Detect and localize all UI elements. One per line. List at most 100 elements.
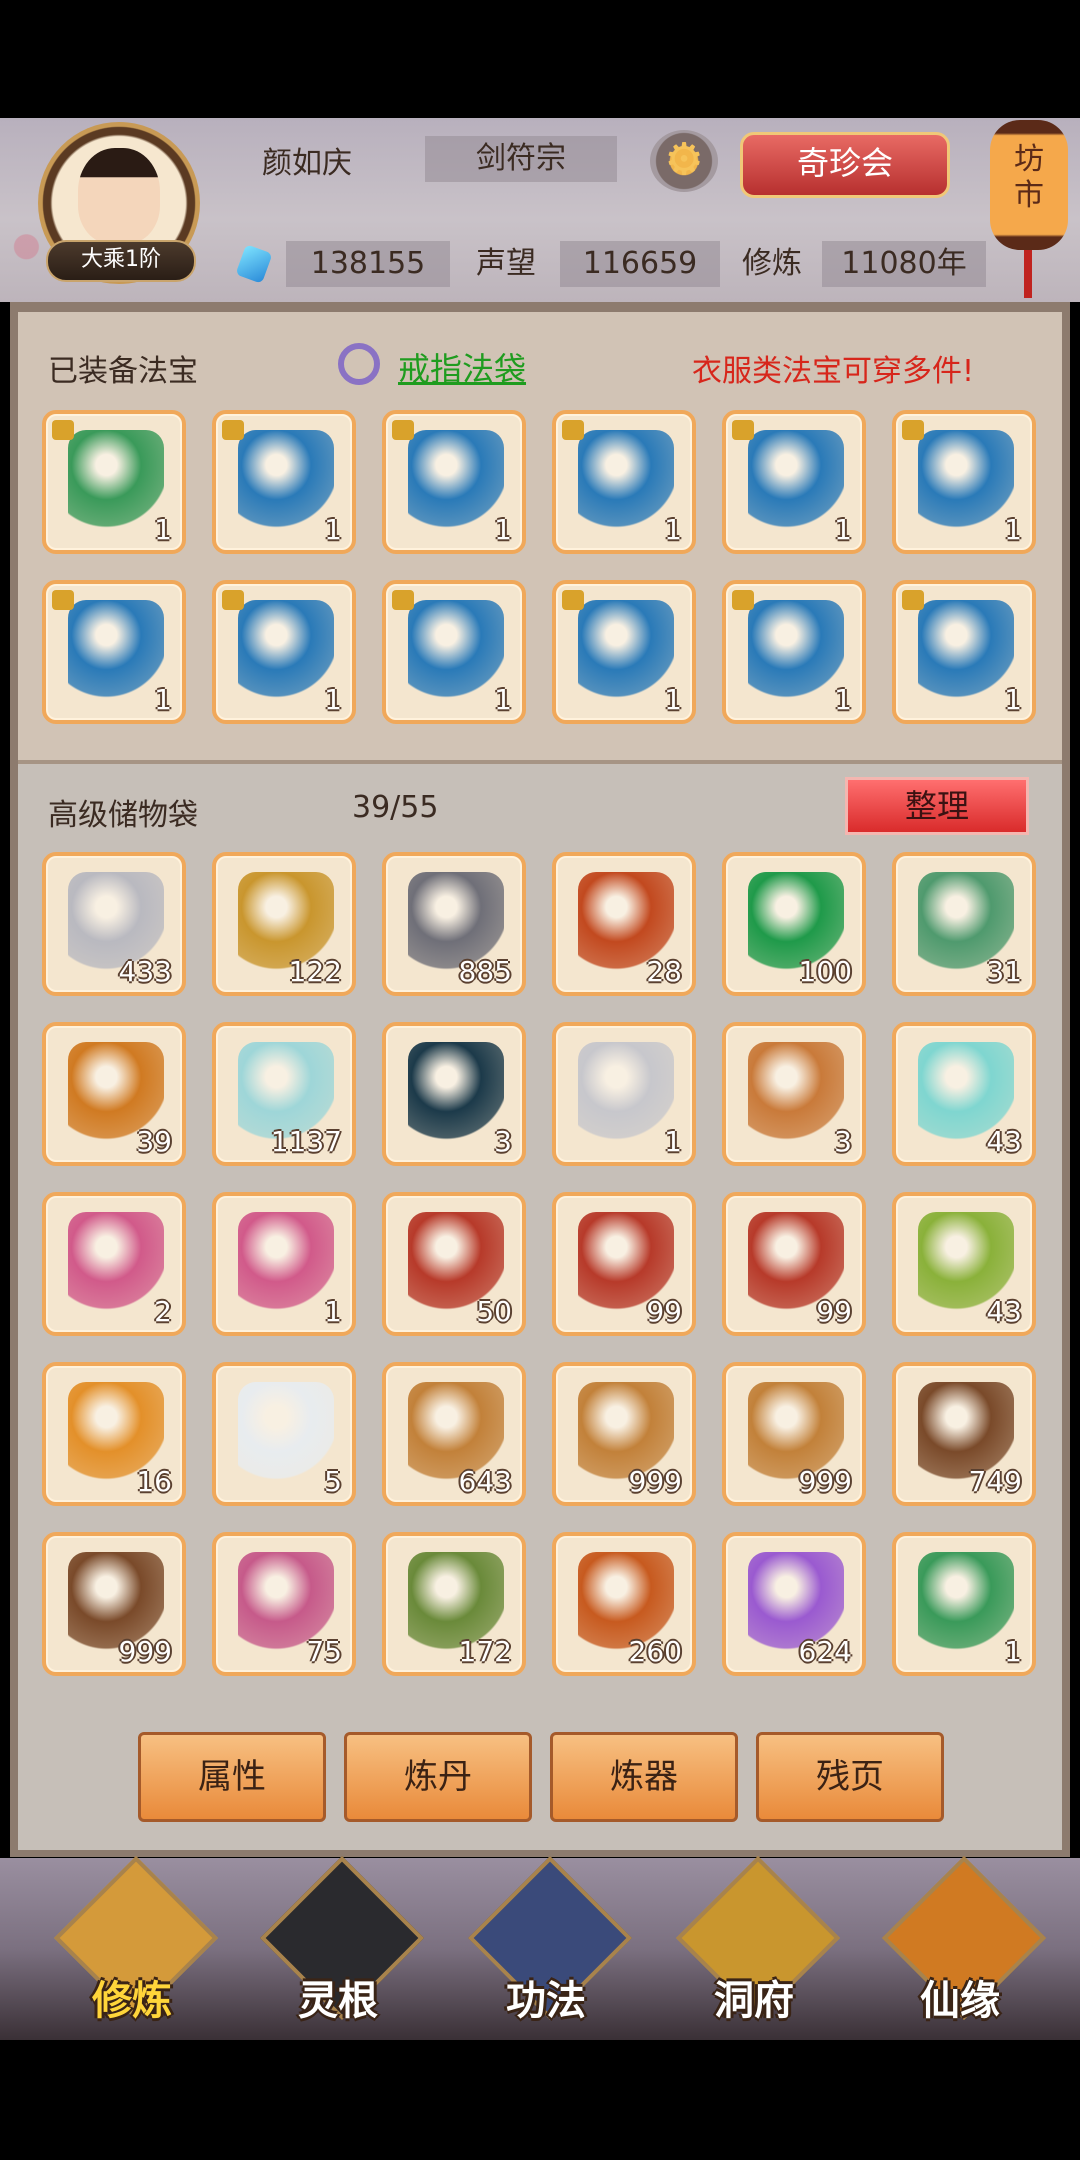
nav-spirit-root[interactable]: 灵根 [259, 1855, 425, 2030]
nav-label: 洞府 [714, 1978, 794, 2024]
treasure-fair-button[interactable]: 奇珍会 [740, 132, 950, 198]
item-slot[interactable]: 749 [892, 1362, 1036, 1506]
silver-egg-icon [578, 1042, 674, 1142]
item-count: 28 [646, 955, 682, 988]
avatar-face [78, 148, 160, 244]
item-slot[interactable]: 99 [552, 1192, 696, 1336]
item-count: 5 [324, 1465, 342, 1498]
white-flower-icon [238, 1382, 334, 1482]
multi-clothing-notice: 衣服类法宝可穿多件! [692, 354, 975, 389]
nav-label: 灵根 [298, 1978, 378, 2024]
item-slot[interactable]: 1 [892, 580, 1036, 724]
item-slot[interactable]: 3 [382, 1022, 526, 1166]
item-slot[interactable]: 1 [382, 580, 526, 724]
item-slot[interactable]: 1 [42, 580, 186, 724]
ring-bag-link[interactable]: 戒指法袋 [398, 344, 526, 390]
item-slot[interactable]: 31 [892, 852, 1036, 996]
item-slot[interactable]: 1 [212, 580, 356, 724]
item-count: 1 [324, 513, 342, 546]
nav-cultivate[interactable]: 修炼 [53, 1855, 219, 2030]
lock-icon [902, 590, 924, 610]
nav-technique[interactable]: 功法 [467, 1855, 633, 2030]
item-count: 75 [306, 1635, 342, 1668]
item-slot[interactable]: 28 [552, 852, 696, 996]
item-slot[interactable]: 433 [42, 852, 186, 996]
item-slot[interactable]: 172 [382, 1532, 526, 1676]
item-count: 43 [986, 1125, 1022, 1158]
item-slot[interactable]: 624 [722, 1532, 866, 1676]
item-count: 749 [968, 1465, 1022, 1498]
item-slot[interactable]: 999 [42, 1532, 186, 1676]
lock-icon [392, 590, 414, 610]
item-count: 1 [1004, 513, 1022, 546]
item-count: 2 [154, 1295, 172, 1328]
gear-icon[interactable]: ⚙ [650, 130, 718, 192]
market-lantern-button[interactable]: 坊市 [990, 120, 1068, 250]
item-slot[interactable]: 643 [382, 1362, 526, 1506]
nav-label: 仙缘 [920, 1978, 1000, 2024]
item-count: 16 [136, 1465, 172, 1498]
item-slot[interactable]: 1 [382, 410, 526, 554]
item-slot[interactable]: 43 [892, 1192, 1036, 1336]
item-slot[interactable]: 2 [42, 1192, 186, 1336]
lock-icon [562, 420, 584, 440]
item-slot[interactable]: 50 [382, 1192, 526, 1336]
item-slot[interactable]: 43 [892, 1022, 1036, 1166]
equipped-title: 已装备法宝 [48, 354, 198, 389]
item-slot[interactable]: 1 [212, 1192, 356, 1336]
blue-robe-icon [748, 600, 844, 700]
sort-button[interactable]: 整理 [845, 777, 1029, 835]
cultivation-label: 修炼 [742, 246, 802, 281]
item-count: 1 [834, 513, 852, 546]
item-count: 1 [154, 513, 172, 546]
blue-robe-icon [578, 600, 674, 700]
item-count: 999 [798, 1465, 852, 1498]
item-slot[interactable]: 1 [722, 410, 866, 554]
blue-robe-icon [238, 600, 334, 700]
scroll-icon [238, 1212, 334, 1312]
item-slot[interactable]: 999 [552, 1362, 696, 1506]
item-slot[interactable]: 1 [892, 1532, 1036, 1676]
item-count: 1 [1004, 1635, 1022, 1668]
item-slot[interactable]: 16 [42, 1362, 186, 1506]
sect-name: 剑符宗 [425, 136, 617, 182]
item-slot[interactable]: 885 [382, 852, 526, 996]
item-slot[interactable]: 5 [212, 1362, 356, 1506]
item-slot[interactable]: 1 [552, 1022, 696, 1166]
item-slot[interactable]: 1 [552, 580, 696, 724]
cultivation-value: 11080年 [822, 241, 986, 287]
item-count: 100 [798, 955, 852, 988]
item-slot[interactable]: 260 [552, 1532, 696, 1676]
item-slot[interactable]: 1 [722, 580, 866, 724]
item-count: 122 [288, 955, 342, 988]
item-count: 50 [476, 1295, 512, 1328]
refining-button[interactable]: 炼器 [550, 1732, 738, 1822]
nav-fate[interactable]: 仙缘 [881, 1855, 1047, 2030]
item-slot[interactable]: 1137 [212, 1022, 356, 1166]
blue-robe-icon [578, 430, 674, 530]
nav-cave-mansion[interactable]: 洞府 [675, 1855, 841, 2030]
item-slot[interactable]: 1 [212, 410, 356, 554]
blue-robe-icon [238, 430, 334, 530]
item-count: 31 [986, 955, 1022, 988]
item-slot[interactable]: 75 [212, 1532, 356, 1676]
item-count: 1 [494, 513, 512, 546]
item-slot[interactable]: 99 [722, 1192, 866, 1336]
nav-label: 功法 [506, 1978, 586, 2024]
item-slot[interactable]: 3 [722, 1022, 866, 1166]
item-slot[interactable]: 122 [212, 852, 356, 996]
lock-icon [562, 590, 584, 610]
rank-badge: 大乘1阶 [46, 240, 196, 282]
item-slot[interactable]: 1 [42, 410, 186, 554]
attributes-button[interactable]: 属性 [138, 1732, 326, 1822]
alchemy-button[interactable]: 炼丹 [344, 1732, 532, 1822]
item-slot[interactable]: 100 [722, 852, 866, 996]
item-slot[interactable]: 999 [722, 1362, 866, 1506]
item-slot[interactable]: 1 [892, 410, 1036, 554]
bronze-ring-icon [748, 1042, 844, 1142]
fragments-button[interactable]: 残页 [756, 1732, 944, 1822]
item-slot[interactable]: 39 [42, 1022, 186, 1166]
ring-icon [338, 343, 380, 385]
item-slot[interactable]: 1 [552, 410, 696, 554]
blue-robe-icon [68, 600, 164, 700]
